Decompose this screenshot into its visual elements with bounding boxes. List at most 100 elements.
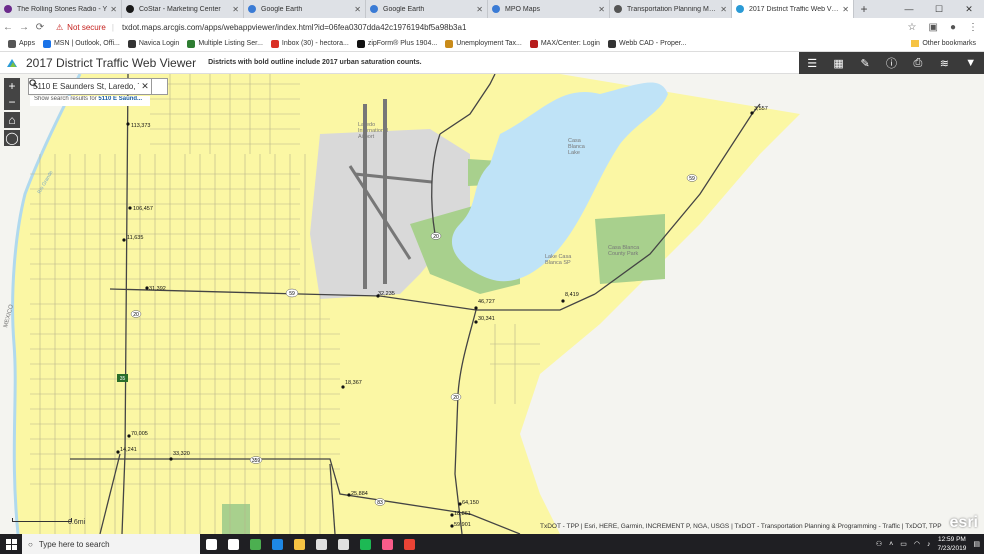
- browser-tab[interactable]: Google Earth ✕: [366, 0, 488, 18]
- security-indicator[interactable]: ⚠ Not secure: [56, 23, 106, 32]
- clear-search-icon[interactable]: ✕: [139, 81, 151, 92]
- google-earth-icon: [370, 5, 378, 13]
- bookmark-item[interactable]: MAX/Center: Login: [529, 39, 600, 48]
- bookmark-item[interactable]: Apps: [8, 39, 35, 48]
- url-field[interactable]: txdot.maps.arcgis.com/apps/webappviewer/…: [122, 23, 466, 32]
- webex-taskbar-button[interactable]: [244, 534, 266, 554]
- svg-text:8,419: 8,419: [565, 292, 579, 298]
- bookmark-label: MSN | Outlook, Offi...: [53, 40, 120, 47]
- notifications-icon[interactable]: ▤: [973, 540, 980, 548]
- info-icon[interactable]: ⓘ: [882, 55, 900, 71]
- chrome-taskbar-button[interactable]: [398, 534, 420, 554]
- mail-taskbar-button[interactable]: [310, 534, 332, 554]
- svg-text:11,635: 11,635: [127, 235, 143, 241]
- arcgis-icon: [736, 5, 744, 13]
- bookmark-label: Apps: [19, 40, 35, 47]
- reload-icon[interactable]: ⟳: [32, 22, 48, 33]
- store-taskbar-button[interactable]: [332, 534, 354, 554]
- svg-text:County Park: County Park: [608, 251, 639, 257]
- svg-text:3,557: 3,557: [754, 106, 768, 112]
- close-icon[interactable]: ✕: [720, 5, 727, 14]
- search-hint-prefix: Show search results for: [34, 96, 97, 102]
- search-widget: 5110 E Saunders St, Laredo, TX ✕: [28, 78, 168, 95]
- task-view-taskbar-button[interactable]: [222, 534, 244, 554]
- task-view-icon: [227, 538, 239, 550]
- map-canvas[interactable]: 113,373 106,457 11,635 31,392 32,235 46,…: [0, 74, 984, 534]
- file-explorer-taskbar-button[interactable]: [288, 534, 310, 554]
- search-button[interactable]: [29, 79, 167, 94]
- search-input[interactable]: 5110 E Saunders St, Laredo, TX: [29, 82, 139, 91]
- locate-icon: ◯: [5, 131, 19, 145]
- edge-taskbar-button[interactable]: [266, 534, 288, 554]
- browser-tab[interactable]: The Rolling Stones Radio - Y ✕: [0, 0, 122, 18]
- new-tab-button[interactable]: +: [854, 0, 874, 18]
- search-icon: [29, 79, 38, 88]
- filter-icon[interactable]: ▼: [962, 57, 980, 69]
- bookmark-item[interactable]: Multiple Listing Ser...: [187, 39, 263, 48]
- list-icon[interactable]: ☰: [803, 57, 821, 70]
- home-icon: ⌂: [8, 113, 16, 127]
- browser-tab[interactable]: CoStar - Marketing Center ✕: [122, 0, 244, 18]
- grid-icon[interactable]: ▦: [830, 57, 848, 70]
- itunes-taskbar-button[interactable]: [376, 534, 398, 554]
- menu-icon[interactable]: ⋮: [968, 22, 978, 33]
- pencil-icon[interactable]: ✎: [856, 57, 874, 70]
- spotify-taskbar-button[interactable]: [354, 534, 376, 554]
- close-button[interactable]: ✕: [954, 0, 984, 18]
- volume-icon[interactable]: ♪: [927, 541, 931, 548]
- forward-icon[interactable]: →: [16, 22, 32, 33]
- start-button[interactable]: [0, 534, 22, 554]
- back-icon[interactable]: ←: [0, 22, 16, 33]
- app-logo-icon: [7, 58, 17, 67]
- bookmark-label: Navica Login: [138, 40, 180, 47]
- esri-logo: esri: [949, 514, 978, 531]
- bookmark-item[interactable]: Webb CAD - Proper...: [607, 39, 687, 48]
- chevron-up-icon[interactable]: ˄: [889, 541, 893, 548]
- close-icon[interactable]: ✕: [354, 5, 361, 14]
- zoom-in-button[interactable]: +: [4, 78, 20, 94]
- layers-icon[interactable]: ≋: [935, 57, 953, 70]
- bookmark-item[interactable]: zipForm® Plus 1904...: [356, 39, 437, 48]
- print-icon[interactable]: ⎙: [909, 57, 927, 70]
- zoom-out-button[interactable]: −: [4, 94, 20, 110]
- svg-text:25,884: 25,884: [351, 491, 368, 497]
- bookmark-item[interactable]: MSN | Outlook, Offi...: [42, 39, 120, 48]
- cortana-taskbar-button[interactable]: [200, 534, 222, 554]
- store-icon: [337, 538, 349, 550]
- pandora-icon: [4, 5, 12, 13]
- bookmark-item[interactable]: Navica Login: [127, 39, 180, 48]
- bookmark-item[interactable]: Unemployment Tax...: [445, 39, 522, 48]
- webex-icon: [249, 538, 261, 550]
- close-icon[interactable]: ✕: [598, 5, 605, 14]
- taskbar-search[interactable]: ○ Type here to search: [22, 534, 200, 554]
- star-icon[interactable]: ☆: [908, 22, 917, 33]
- chrome-icon: [403, 538, 415, 550]
- profile-icon[interactable]: ●: [950, 22, 956, 33]
- close-icon[interactable]: ✕: [232, 5, 239, 14]
- browser-tab[interactable]: Google Earth ✕: [244, 0, 366, 18]
- extension-icon[interactable]: ▣: [929, 22, 938, 33]
- svg-text:70,005: 70,005: [131, 431, 148, 437]
- wifi-icon[interactable]: ◠: [914, 540, 920, 548]
- minimize-button[interactable]: —: [894, 0, 924, 18]
- other-bookmarks[interactable]: Other bookmarks: [911, 40, 976, 47]
- browser-tab[interactable]: Transportation Planning Maps ✕: [610, 0, 732, 18]
- svg-text:359: 359: [252, 458, 261, 464]
- svg-text:20: 20: [453, 395, 459, 401]
- network-icon[interactable]: ▭: [900, 540, 907, 548]
- bookmark-item[interactable]: Inbox (30) - hectora...: [270, 39, 349, 48]
- search-suggestion[interactable]: Show search results for 5110 E Saund...: [30, 96, 150, 106]
- map-attribution: TxDOT - TPP | Esri, HERE, Garmin, INCREM…: [540, 523, 942, 530]
- divider: |: [111, 22, 114, 32]
- clock[interactable]: 12:59 PM 7/23/2019: [937, 535, 966, 553]
- browser-tab[interactable]: MPO Maps ✕: [488, 0, 610, 18]
- close-icon[interactable]: ✕: [476, 5, 483, 14]
- browser-tab[interactable]: 2017 District Traffic Web Viewer ✕: [732, 0, 854, 18]
- close-icon[interactable]: ✕: [842, 5, 849, 14]
- maximize-button[interactable]: ☐: [924, 0, 954, 18]
- close-icon[interactable]: ✕: [110, 5, 117, 14]
- locate-button[interactable]: ◯: [4, 130, 20, 146]
- svg-text:64,150: 64,150: [462, 500, 479, 506]
- people-icon[interactable]: ⚇: [876, 540, 882, 548]
- home-button[interactable]: ⌂: [4, 112, 20, 128]
